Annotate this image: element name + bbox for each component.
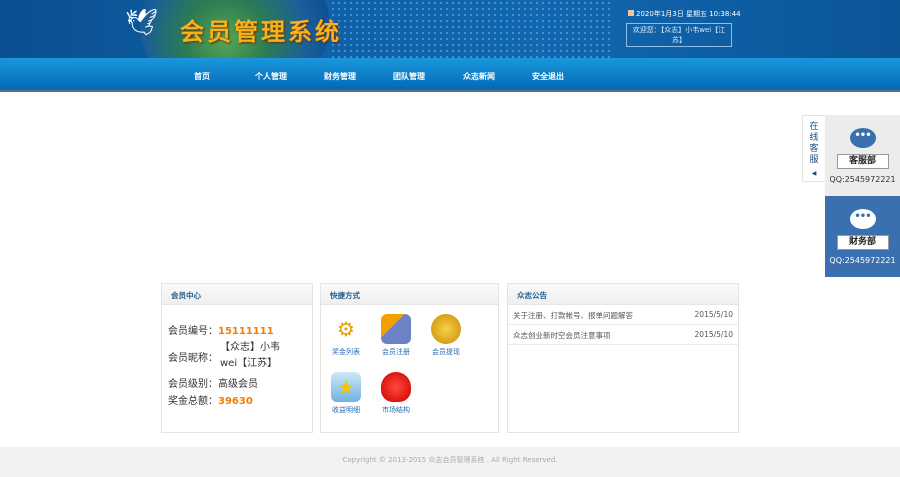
user-book-icon [381,314,411,344]
notice-item[interactable]: 关于注册、打款帐号、报单问题解答 2015/5/10 [508,305,738,325]
finance-dept: ••• 财务部 QQ:2545972221 [825,196,900,277]
notice-item[interactable]: 众志创业新时空会员注意事项 2015/5/10 [508,325,738,345]
notices-panel: 众志公告 关于注册、打款帐号、报单问题解答 2015/5/10 众志创业新时空会员… [507,283,739,433]
shortcuts-panel: 快捷方式 ⚙ 奖金列表 会员注册 会员提现 ★ 收益明细 市场结构 [320,283,499,433]
service-dept: ••• 客服部 QQ:2545972221 [825,115,900,196]
world-map-graphic [330,0,610,58]
member-center-panel: 会员中心 会员编号：15111111 会员昵称： 【众志】小韦wei【江苏】 会… [161,283,313,433]
welcome-text: 欢迎您：【众志】小韦wei【江苏】 [626,23,732,47]
member-bonus: 39630 [218,396,253,407]
panel-title: 众志公告 [508,284,738,305]
star-box-icon: ★ [331,372,361,402]
panel-title: 会员中心 [162,284,312,305]
nav-finance[interactable]: 财务管理 [324,71,356,82]
member-level: 高级会员 [218,379,258,390]
footer-copyright: Copyright © 2013-2015 众志会员管理系统 . All Rig… [0,447,900,477]
member-nickname: 【众志】小韦wei【江苏】 [220,342,280,369]
header-banner: 🕊 会员管理系统 2020年1月3日 星期五 10:38:44 欢迎您：【众志】… [0,0,900,58]
nav-logout[interactable]: 安全退出 [532,71,564,82]
shortcut-register[interactable]: 会员注册 [371,314,421,357]
shortcut-withdraw[interactable]: 会员提现 [421,314,471,357]
online-service-tab[interactable]: 在线客服 ◀ [802,115,825,182]
nav-home[interactable]: 首页 [194,71,210,82]
gear-coins-icon: ⚙ [337,317,355,341]
nav-personal[interactable]: 个人管理 [255,71,287,82]
shortcut-bonus-list[interactable]: ⚙ 奖金列表 [321,314,371,357]
panel-title: 快捷方式 [321,284,498,305]
site-title: 会员管理系统 [180,18,342,46]
shortcut-earnings[interactable]: ★ 收益明细 [321,372,371,415]
gold-coins-icon [431,314,461,344]
money-bag-icon [381,372,411,402]
chat-bubble-icon: ••• [849,128,876,148]
nav-team[interactable]: 团队管理 [393,71,425,82]
caret-left-icon: ◀ [811,170,817,177]
finance-dept-button[interactable]: 财务部 [836,235,889,250]
date-display: 2020年1月3日 星期五 10:38:44 [628,9,741,19]
member-id: 15111111 [218,326,274,337]
calendar-icon [628,10,634,16]
nav-news[interactable]: 众志新闻 [463,71,495,82]
shortcut-market[interactable]: 市场结构 [371,372,421,415]
chat-bubble-icon: ••• [849,209,876,229]
main-nav: 首页 个人管理 财务管理 团队管理 众志新闻 安全退出 [0,58,900,92]
seagull-icon: 🕊 [125,8,159,38]
customer-service-button[interactable]: 客服部 [836,154,889,169]
